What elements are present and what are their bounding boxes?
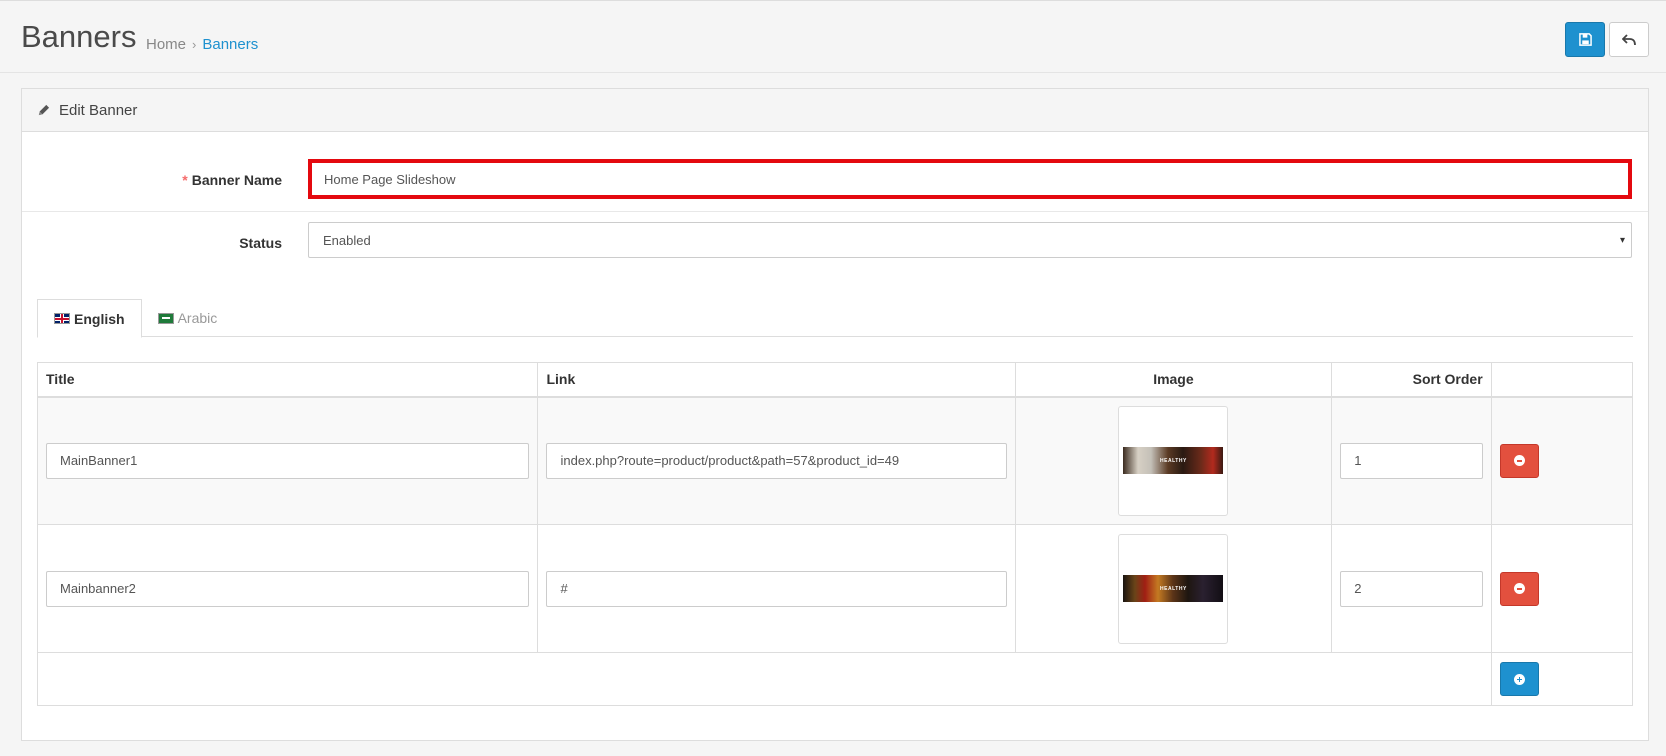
table-row: MainBanner1 index.php?route=product/prod…	[36, 396, 1634, 525]
sort-order-input[interactable]: 1	[1340, 442, 1483, 479]
pencil-icon	[37, 104, 50, 117]
banner-images-table: Title Link Image Sort Order MainBanner1 …	[36, 362, 1634, 706]
breadcrumb: Home › Banners	[146, 36, 258, 53]
link-input[interactable]: #	[546, 570, 1007, 607]
add-banner-image-button[interactable]	[1499, 662, 1539, 696]
breadcrumb-banners-link[interactable]: Banners	[202, 36, 258, 53]
table-footer-row	[37, 652, 1634, 706]
banner-image: HEALTHY	[1123, 575, 1224, 602]
col-link: Link	[537, 362, 1016, 398]
breadcrumb-separator: ›	[192, 37, 197, 52]
table-row: Mainbanner2 # HEALTHY 2	[36, 524, 1634, 653]
back-button[interactable]	[1609, 22, 1649, 57]
floppy-disk-icon	[1578, 33, 1592, 46]
image-thumbnail[interactable]: HEALTHY	[1118, 405, 1229, 516]
status-label: Status	[239, 235, 282, 251]
link-input[interactable]: index.php?route=product/product&path=57&…	[546, 442, 1007, 479]
page-title: Banners	[21, 19, 137, 54]
status-select[interactable]: Enabled ▾	[308, 222, 1632, 258]
plus-circle-icon	[1513, 673, 1525, 685]
status-value: Enabled	[323, 232, 371, 248]
reply-arrow-icon	[1622, 33, 1636, 45]
banner-name-input[interactable]: Home Page Slideshow	[308, 159, 1632, 199]
minus-circle-icon	[1513, 455, 1525, 467]
tab-arabic[interactable]: Arabic	[142, 299, 234, 337]
banner-image: HEALTHY	[1123, 447, 1224, 475]
col-actions	[1490, 362, 1634, 398]
remove-row-button[interactable]	[1499, 443, 1539, 478]
col-title: Title	[36, 362, 539, 398]
language-tabs: English Arabic	[37, 299, 1633, 338]
col-image: Image	[1014, 362, 1333, 398]
save-button[interactable]	[1565, 22, 1605, 57]
tab-english[interactable]: English	[37, 299, 142, 338]
edit-banner-panel: Edit Banner * Banner Name Home Page Slide…	[21, 88, 1649, 741]
status-row: Status Enabled ▾	[22, 213, 1648, 283]
uk-flag-icon	[54, 313, 70, 324]
minus-circle-icon	[1513, 583, 1525, 594]
page-header: Banners Home › Banners	[0, 0, 1666, 73]
col-sort-order: Sort Order	[1331, 362, 1492, 398]
table-header-row: Title Link Image Sort Order	[36, 362, 1634, 398]
banner-name-label: * Banner Name	[182, 172, 282, 188]
banner-name-row: * Banner Name Home Page Slideshow	[22, 144, 1648, 212]
sort-order-input[interactable]: 2	[1340, 570, 1483, 607]
breadcrumb-home-link[interactable]: Home	[146, 36, 186, 53]
remove-row-button[interactable]	[1499, 571, 1539, 606]
image-thumbnail[interactable]: HEALTHY	[1118, 533, 1229, 644]
arabic-flag-icon	[157, 312, 174, 324]
title-input[interactable]: Mainbanner2	[46, 570, 530, 607]
panel-heading-text: Edit Banner	[59, 101, 138, 119]
title-input[interactable]: MainBanner1	[46, 442, 530, 479]
chevron-down-icon: ▾	[1619, 234, 1625, 246]
panel-heading: Edit Banner	[22, 89, 1648, 132]
